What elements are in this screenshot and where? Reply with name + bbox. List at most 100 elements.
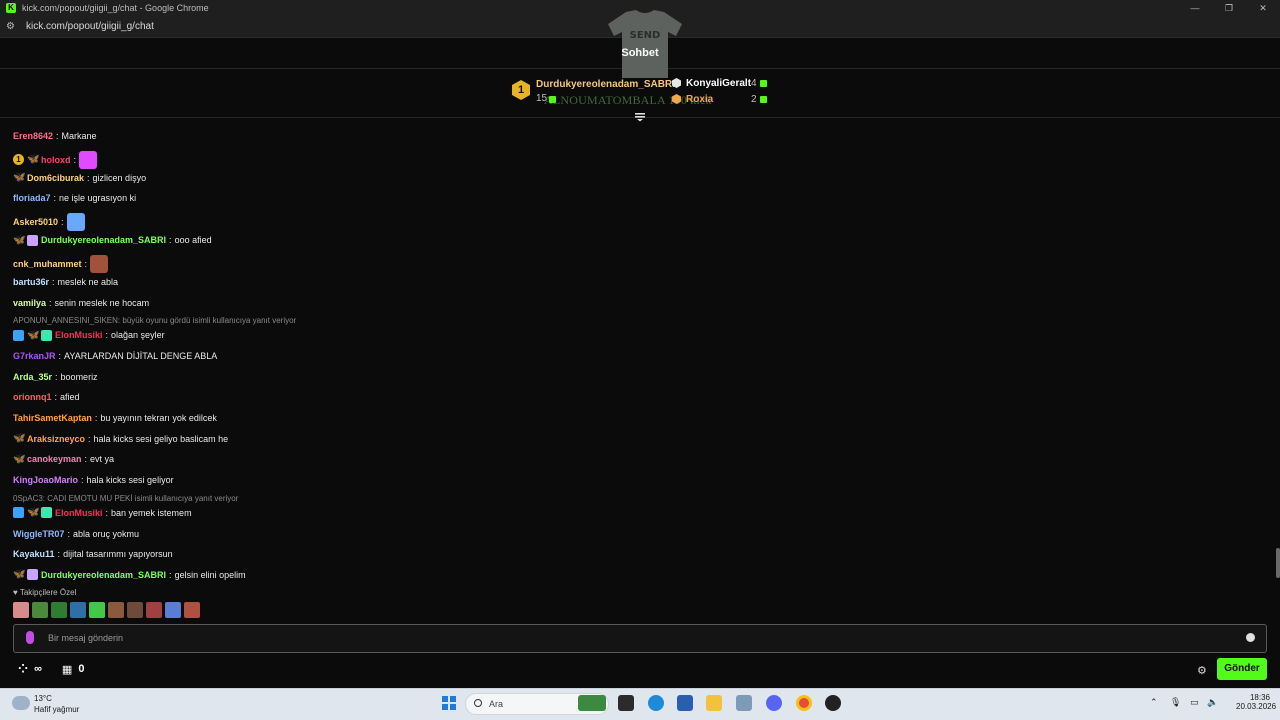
butterfly-badge-icon: 🦋 — [27, 154, 40, 166]
weather-temperature: 13°C — [34, 694, 52, 703]
follower-emote-icon[interactable] — [146, 602, 162, 618]
minimize-icon[interactable]: — — [1178, 0, 1212, 16]
chrome-icon[interactable] — [796, 695, 812, 711]
chat-username[interactable]: KingJoaoMario — [13, 474, 78, 486]
chat-username[interactable]: orionnq1 — [13, 391, 52, 403]
chat-username[interactable]: ElonMusiki — [55, 507, 103, 519]
restore-icon[interactable]: ❐ — [1212, 0, 1246, 16]
butterfly-badge-icon: 🦋 — [13, 433, 26, 445]
volume-icon[interactable]: 🔈 — [1207, 697, 1218, 708]
microphone-tray-icon[interactable]: 🎙 — [1170, 697, 1181, 708]
microphone-icon[interactable] — [26, 631, 34, 644]
reply-context[interactable]: 0SpAC3: CADI EMOTU MU PEKİ isimli kullan… — [13, 494, 238, 503]
second-gifter-name[interactable]: KonyaliGeralt — [686, 78, 751, 89]
collapse-icon[interactable] — [634, 112, 646, 122]
chat-message: Eren8642: Markane — [13, 130, 97, 142]
chat-username[interactable]: canokeyman — [27, 453, 82, 465]
scrollbar-thumb[interactable] — [1276, 548, 1280, 578]
windows-start-icon[interactable] — [442, 696, 456, 710]
edge-browser-icon[interactable] — [648, 695, 664, 711]
chat-message: Asker5010: — [13, 213, 85, 232]
chat-username[interactable]: TahirSametKaptan — [13, 412, 92, 424]
chat-text: gizlicen dişyo — [92, 172, 147, 183]
chat-message: orionnq1: afied — [13, 391, 80, 403]
network-icon[interactable]: ▭ — [1190, 697, 1199, 708]
reply-context[interactable]: APONUN_ANNESINI_SIKEN: büyük oyunu gördü… — [13, 316, 296, 325]
follower-emote-icon[interactable] — [127, 602, 143, 618]
chat-separator: : — [105, 507, 109, 518]
follower-emote-icon[interactable] — [70, 602, 86, 618]
chat-username[interactable]: ElonMusiki — [55, 329, 103, 341]
butterfly-badge-icon: 🦋 — [13, 172, 26, 184]
follower-emote-icon[interactable] — [32, 602, 48, 618]
channel-points-icon[interactable]: ⁘ — [18, 662, 28, 676]
chat-username[interactable]: Dom6ciburak — [27, 172, 84, 184]
chat-username[interactable]: Durdukyereolenadam_SABRI — [41, 234, 166, 246]
chat-username[interactable]: Durdukyereolenadam_SABRI — [41, 569, 166, 581]
butterfly-badge-icon: 🦋 — [27, 329, 40, 341]
chat-text: ne işle ugrasıyon ki — [59, 193, 137, 204]
third-gifter-name[interactable]: Roxia — [686, 94, 713, 105]
top-gifter-name[interactable]: Durdukyereolenadam_SABRI — [536, 79, 675, 90]
store-app-icon[interactable] — [677, 695, 693, 711]
chat-text: bu yayının tekrarı yok edilcek — [100, 413, 217, 423]
chat-username[interactable]: Arda_35r — [13, 371, 52, 383]
windows-taskbar — [0, 688, 1280, 720]
chat-text: hala kicks sesi geliyor — [86, 475, 174, 486]
send-button[interactable]: Gönder — [1217, 658, 1267, 680]
chat-tab-title: Sohbet — [621, 47, 659, 59]
chat-username[interactable]: Araksizneyco — [27, 433, 85, 445]
chat-message: TahirSametKaptan: bu yayının tekrarı yok … — [13, 412, 217, 424]
chat-emote-icon — [79, 150, 98, 169]
site-settings-icon[interactable]: ⚙ — [6, 21, 22, 32]
chat-username[interactable]: floriada7 — [13, 192, 51, 204]
follower-emote-icon[interactable] — [184, 602, 200, 618]
follower-emote-icon[interactable] — [108, 602, 124, 618]
settings-app-icon[interactable] — [736, 695, 752, 711]
chat-separator: : — [52, 276, 55, 287]
chat-text: evt ya — [90, 454, 115, 465]
follower-emote-icon[interactable] — [51, 602, 67, 618]
chevron-up-icon[interactable]: ⌃ — [1150, 697, 1158, 708]
chat-username[interactable]: holoxd — [41, 154, 71, 166]
obs-icon[interactable] — [825, 695, 841, 711]
store-icon[interactable]: ▦ — [62, 663, 72, 676]
chat-text: ban yemek istemem — [111, 507, 192, 518]
close-icon[interactable]: ✕ — [1246, 0, 1280, 16]
chat-message: 🦋 canokeyman: evt ya — [13, 453, 114, 465]
chat-username[interactable]: Asker5010 — [13, 216, 58, 228]
chat-text: hala kicks sesi geliyo baslicam he — [93, 433, 229, 444]
follower-emote-icon[interactable] — [165, 602, 181, 618]
task-view-icon[interactable] — [618, 695, 634, 711]
chat-separator: : — [94, 413, 98, 423]
chat-message: cnk_muhammet: — [13, 254, 109, 273]
second-gifter-count: 4 — [751, 78, 757, 89]
chat-username[interactable]: WiggleTR07 — [13, 528, 64, 540]
chat-username[interactable]: vamilya — [13, 297, 46, 309]
chat-username[interactable]: Kayaku11 — [13, 548, 55, 560]
message-input[interactable] — [13, 624, 1267, 653]
discord-icon[interactable] — [766, 695, 782, 711]
follower-emote-icon[interactable] — [89, 602, 105, 618]
search-highlight-icon[interactable] — [578, 695, 606, 711]
chat-username[interactable]: cnk_muhammet — [13, 258, 82, 270]
chat-username[interactable]: G7rkanJR — [13, 350, 56, 362]
chat-separator: : — [54, 392, 58, 403]
gear-icon[interactable]: ⚙ — [1197, 664, 1207, 677]
follower-emotes-label: ♥ Takipçilere Özel — [13, 588, 77, 597]
taskbar-clock[interactable]: 18:36 20.03.2026 — [1236, 693, 1276, 711]
chat-text: dijital tasarımmı yapıyorsun — [63, 549, 173, 560]
chat-username[interactable]: bartu36r — [13, 276, 49, 288]
message-input-placeholder: Bir mesaj gönderin — [48, 633, 124, 643]
chat-message: KingJoaoMario: hala kicks sesi geliyor — [13, 474, 174, 486]
chat-username[interactable]: Eren8642 — [13, 130, 53, 142]
chat-text: senin meslek ne hocam — [54, 297, 150, 308]
emoji-icon[interactable] — [1246, 633, 1255, 642]
weather-cloud-icon[interactable] — [12, 696, 30, 710]
chat-message: G7rkanJR: AYARLARDAN DİJİTAL DENGE ABLA — [13, 350, 217, 362]
chat-message: 🦋 Durdukyereolenadam_SABRI: ooo afied — [13, 234, 212, 246]
gift-icon — [760, 96, 767, 103]
file-explorer-icon[interactable] — [706, 695, 722, 711]
follower-emote-icon[interactable] — [13, 602, 29, 618]
url-text[interactable]: kick.com/popout/giigii_g/chat — [26, 21, 154, 32]
